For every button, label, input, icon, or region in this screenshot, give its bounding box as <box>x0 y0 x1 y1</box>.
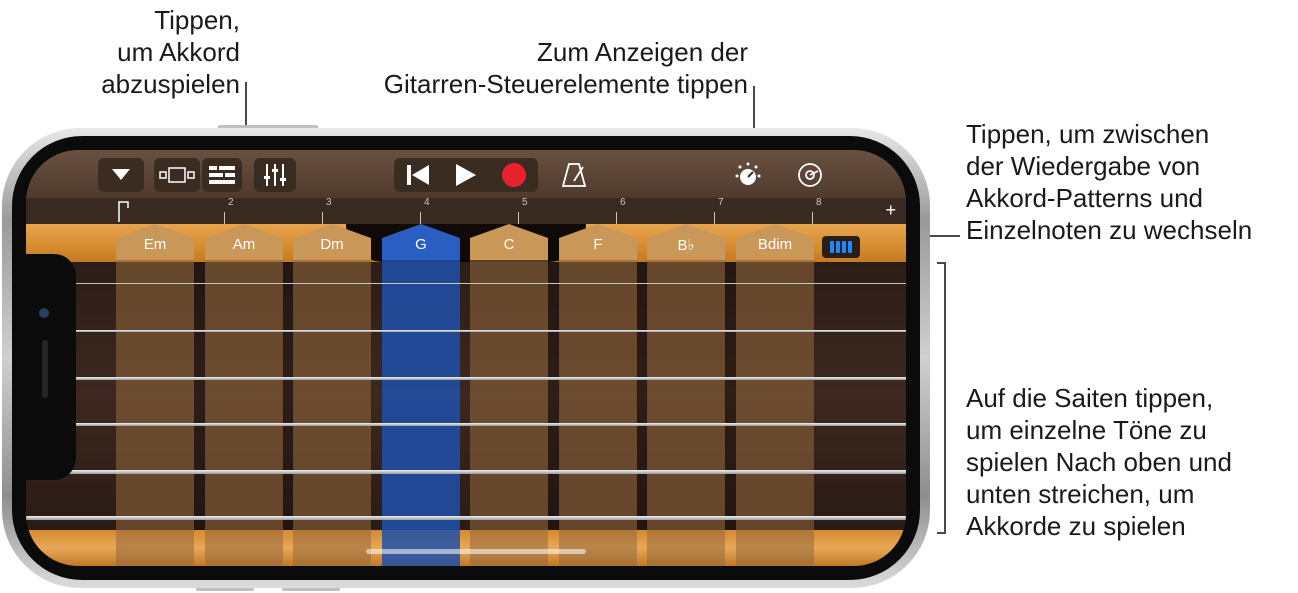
toggle-bar <box>842 241 846 253</box>
ruler-tick <box>616 212 617 224</box>
metronome-icon <box>561 163 587 187</box>
ruler-bar-6: 6 <box>620 197 626 208</box>
chord-strip-c[interactable]: C <box>470 224 548 566</box>
callout-toggle-mode: Tippen, um zwischen der Wiedergabe von A… <box>966 119 1253 245</box>
tracks-icon <box>209 166 235 184</box>
control-bar <box>26 150 906 198</box>
phone-frame: 2 3 4 5 6 7 8 + Em Am Dm G C F B♭ Bdim <box>2 128 930 588</box>
chord-label: C <box>503 236 515 253</box>
dropdown-icon <box>112 169 130 180</box>
callout-guitar-controls: Zum Anzeigen der Gitarren-Steuerelemente… <box>383 37 748 99</box>
ruler-bar-2: 2 <box>228 197 234 208</box>
fret-strip <box>724 262 736 530</box>
ruler-tick <box>714 212 715 224</box>
ruler-tick <box>518 212 519 224</box>
chord-strip-g[interactable]: G <box>382 224 460 566</box>
play-icon <box>456 164 476 186</box>
ruler-bar-7: 7 <box>718 197 724 208</box>
tracks-view-button[interactable] <box>202 158 242 192</box>
sensor-housing <box>26 254 76 480</box>
ruler-bar-4: 4 <box>424 197 430 208</box>
toggle-bar <box>848 241 852 253</box>
guitar-string-5[interactable] <box>52 470 906 474</box>
chord-label: Em <box>143 236 167 253</box>
chord-notes-toggle[interactable] <box>822 236 860 258</box>
guitar-string-4[interactable] <box>60 423 906 426</box>
home-indicator[interactable] <box>366 549 586 554</box>
chord-strip-am[interactable]: Am <box>205 224 283 566</box>
ruler-bar-8: 8 <box>816 197 822 208</box>
ruler-tick <box>812 212 813 224</box>
settings-icon <box>798 163 822 187</box>
phone-body: 2 3 4 5 6 7 8 + Em Am Dm G C F B♭ Bdim <box>12 136 920 580</box>
timeline-ruler[interactable]: 2 3 4 5 6 7 8 + <box>26 197 906 225</box>
guitar-controls-button[interactable] <box>728 158 768 192</box>
toggle-bar <box>830 241 834 253</box>
ruler-tick <box>224 212 225 224</box>
transport-group <box>394 158 538 192</box>
settings-button[interactable] <box>790 158 830 192</box>
chord-strip-f[interactable]: F <box>559 224 637 566</box>
dropdown-button[interactable] <box>98 158 144 192</box>
chord-strip-bflat[interactable]: B♭ <box>647 224 725 566</box>
ruler-tick <box>420 212 421 224</box>
ruler-bar-3: 3 <box>326 197 332 208</box>
chord-label: G <box>415 236 427 253</box>
play-button[interactable] <box>442 164 490 186</box>
guitar-string-1[interactable] <box>60 283 906 284</box>
rewind-button[interactable] <box>394 165 442 185</box>
chord-label: Bdim <box>757 236 793 253</box>
speaker-grille <box>42 340 48 398</box>
chord-label: Am <box>232 236 256 253</box>
chord-strip-bdim[interactable]: Bdim <box>736 224 814 566</box>
rewind-icon <box>407 165 429 185</box>
add-section-button[interactable]: + <box>885 200 896 221</box>
chord-strip-dm[interactable]: Dm <box>293 224 371 566</box>
chord-label: F <box>593 236 603 253</box>
view-switch-button[interactable] <box>154 158 200 192</box>
callout-strings: Auf die Saiten tippen, um einzelne Töne … <box>966 383 1232 541</box>
chord-strip-em[interactable]: Em <box>116 224 194 566</box>
record-icon <box>502 163 526 187</box>
ruler-tick <box>322 212 323 224</box>
metronome-button[interactable] <box>554 158 594 192</box>
mixer-button[interactable] <box>254 158 296 192</box>
camera-icon <box>39 308 49 318</box>
garageband-screen: 2 3 4 5 6 7 8 + Em Am Dm G C F B♭ Bdim <box>26 150 906 566</box>
mixer-icon <box>264 164 286 186</box>
record-button[interactable] <box>490 162 538 188</box>
strings-bracket <box>937 262 946 534</box>
toggle-bar <box>836 241 840 253</box>
playhead-icon <box>118 201 129 222</box>
guitar-string-2[interactable] <box>60 330 906 332</box>
callout-play-chord: Tippen, um Akkord abzuspielen <box>101 5 240 99</box>
chord-label: Dm <box>320 236 344 253</box>
guitar-controls-icon <box>735 162 761 185</box>
guitar-string-6[interactable] <box>26 516 906 520</box>
view-switch-icon <box>159 167 195 183</box>
chord-label: B♭ <box>677 237 695 254</box>
ruler-bar-5: 5 <box>522 197 528 208</box>
guitar-string-3[interactable] <box>60 377 906 380</box>
